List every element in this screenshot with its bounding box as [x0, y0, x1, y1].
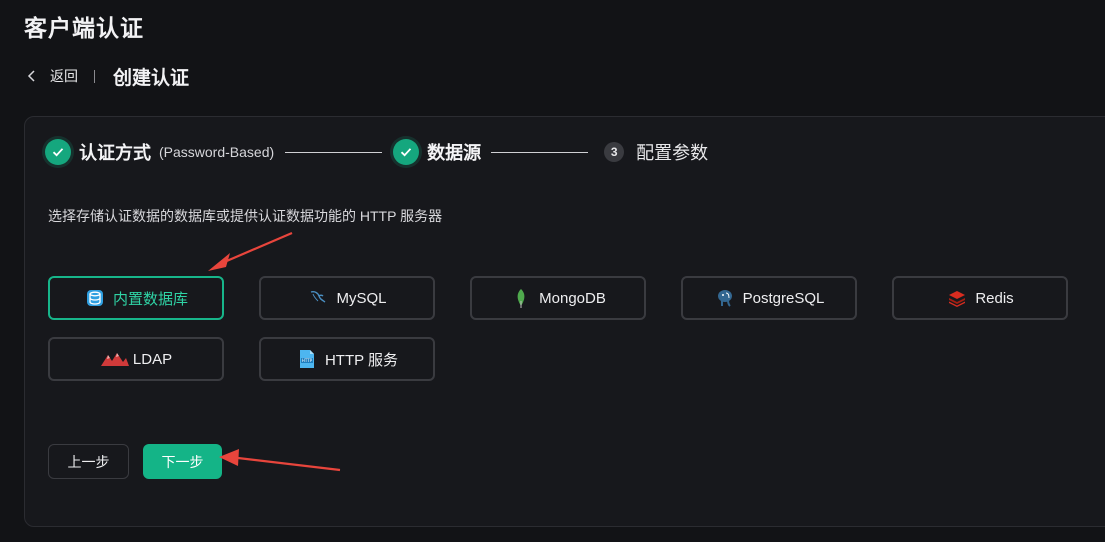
- source-http-button[interactable]: HTTP HTTP 服务: [259, 337, 435, 381]
- step-auth-method: 认证方式 (Password-Based): [45, 139, 274, 165]
- breadcrumb-current: 创建认证: [113, 67, 190, 89]
- step-title: 配置参数: [636, 143, 709, 163]
- source-builtin-db-button[interactable]: 内置数据库: [48, 276, 224, 320]
- mongodb-leaf-icon: [517, 289, 525, 308]
- source-label: LDAP: [132, 350, 173, 368]
- step-data-source: 数据源: [393, 139, 481, 165]
- source-label: MongoDB: [539, 289, 606, 307]
- check-circle-icon: [393, 139, 420, 165]
- source-ldap-button[interactable]: LDAP: [48, 337, 224, 381]
- http-badge-icon: HTTP: [299, 350, 314, 368]
- back-button[interactable]: 返回: [24, 66, 78, 86]
- breadcrumb: 返回 创建认证: [24, 62, 189, 90]
- source-label: MySQL: [336, 289, 387, 307]
- source-mongodb-button[interactable]: MongoDB: [470, 276, 646, 320]
- source-redis-button[interactable]: Redis: [892, 276, 1068, 320]
- postgresql-elephant-icon: [717, 290, 732, 307]
- create-auth-card: 认证方式 (Password-Based) 数据源 3 配置参数 选择存储认证数…: [24, 116, 1105, 527]
- page-title: 客户端认证: [24, 15, 144, 41]
- stepper: 认证方式 (Password-Based) 数据源 3 配置参数: [45, 138, 708, 166]
- data-source-hint: 选择存储认证数据的数据库或提供认证数据功能的 HTTP 服务器: [48, 208, 443, 224]
- prev-step-button[interactable]: 上一步: [48, 444, 129, 479]
- mysql-dolphin-icon: [311, 291, 326, 303]
- source-label: 内置数据库: [112, 290, 188, 308]
- next-step-button[interactable]: 下一步: [143, 444, 222, 479]
- step-connector: [491, 151, 589, 153]
- breadcrumb-divider: [94, 69, 95, 83]
- step-title: 数据源: [427, 143, 482, 163]
- step-connector: [285, 151, 383, 153]
- check-circle-icon: [45, 139, 71, 165]
- ldap-mountains-icon: [100, 353, 129, 366]
- chevron-left-icon: [27, 70, 35, 82]
- svg-text:HTTP: HTTP: [302, 358, 313, 363]
- redis-stack-icon: [949, 291, 966, 307]
- source-label: PostgreSQL: [742, 289, 825, 307]
- source-postgresql-button[interactable]: PostgreSQL: [681, 276, 857, 320]
- back-label: 返回: [50, 68, 78, 84]
- step-description: (Password-Based): [159, 144, 275, 160]
- source-label: Redis: [975, 289, 1014, 307]
- database-stack-icon: [86, 290, 103, 306]
- step-number: 3: [604, 142, 625, 162]
- step-config-params: 3 配置参数: [601, 139, 708, 165]
- source-mysql-button[interactable]: MySQL: [259, 276, 435, 320]
- source-label: HTTP 服务: [324, 351, 399, 369]
- step-title: 认证方式: [79, 143, 151, 163]
